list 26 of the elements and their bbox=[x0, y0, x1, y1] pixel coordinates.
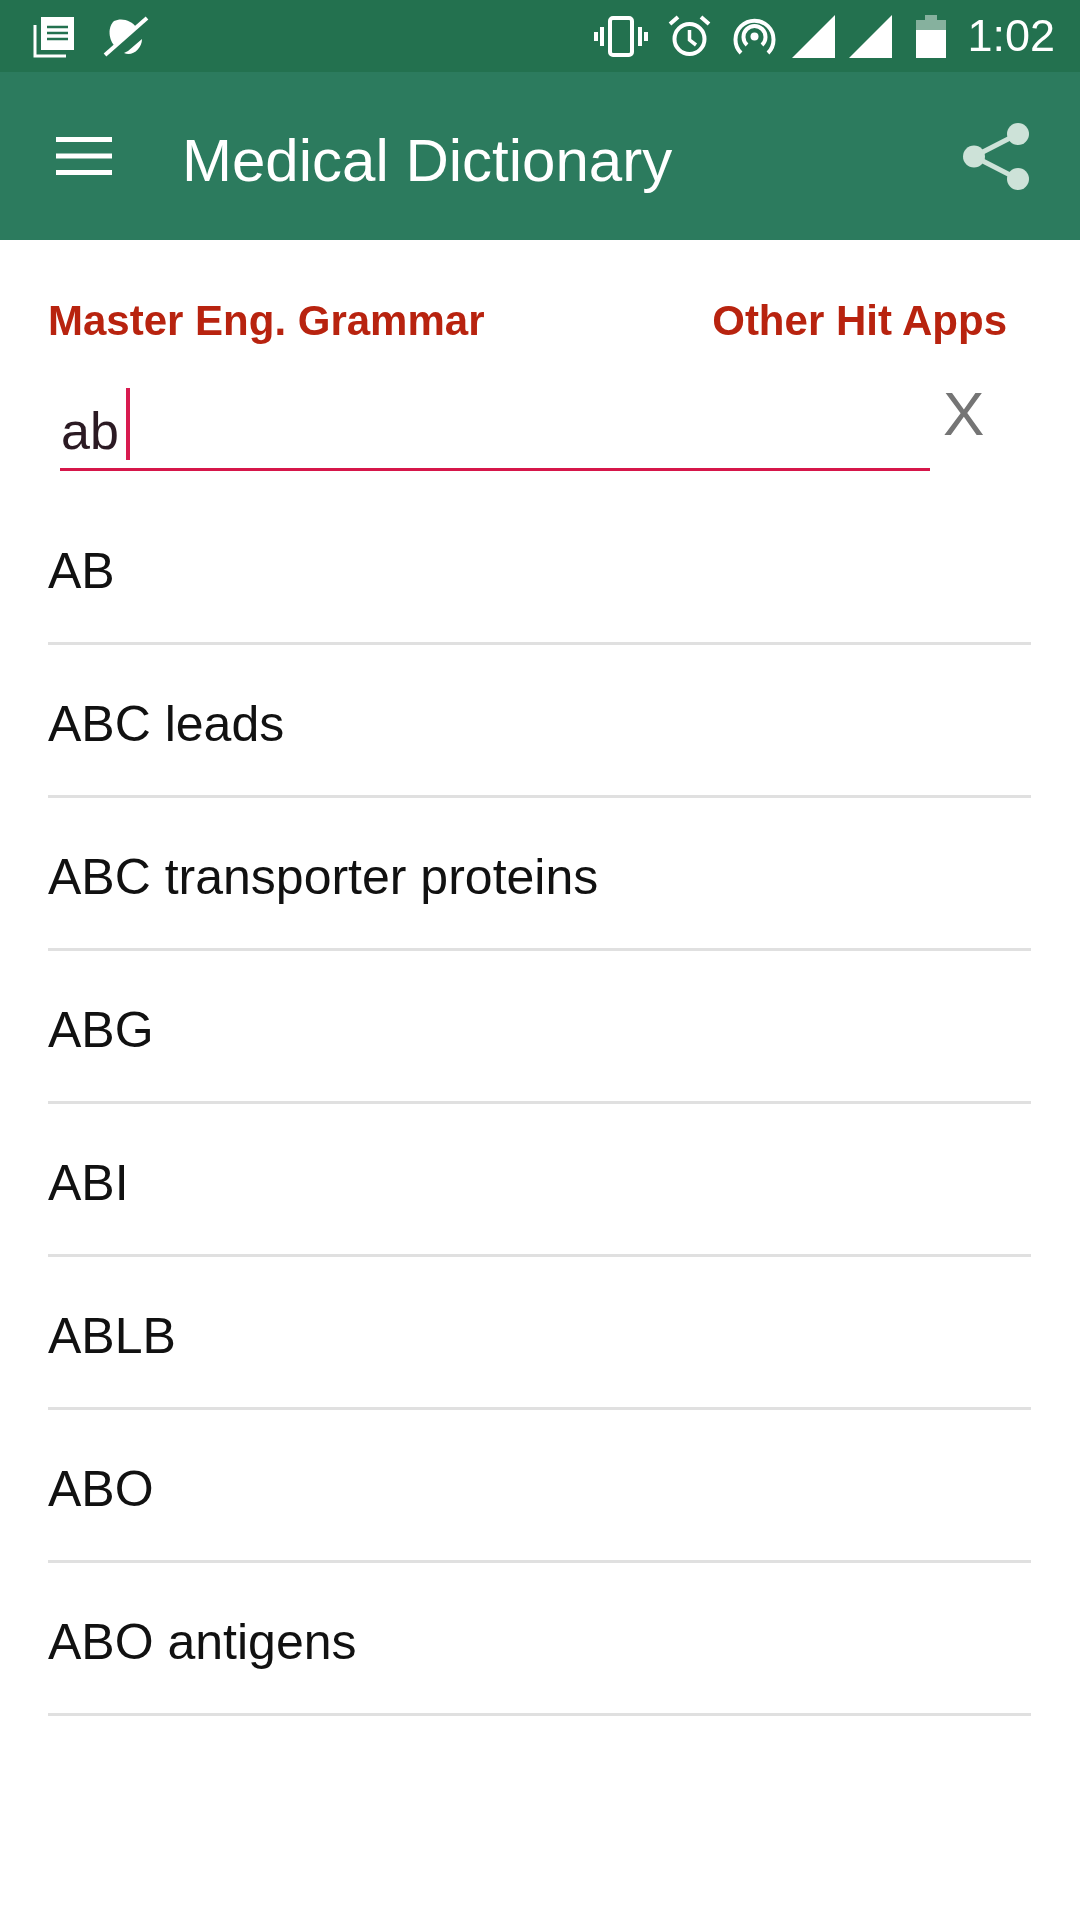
crossed-out-icon bbox=[102, 14, 150, 58]
app-title: Medical Dictionary bbox=[182, 125, 673, 195]
term-item[interactable]: ABG bbox=[48, 951, 1031, 1104]
search-field[interactable]: ab bbox=[60, 380, 930, 471]
menu-button[interactable] bbox=[56, 137, 112, 175]
share-icon bbox=[963, 122, 1029, 190]
term-item[interactable]: ABC leads bbox=[48, 645, 1031, 798]
signal-icon bbox=[849, 14, 893, 58]
term-item[interactable]: ABI bbox=[48, 1104, 1031, 1257]
battery-icon bbox=[916, 14, 947, 58]
document-icon bbox=[33, 14, 76, 58]
promo-link[interactable]: Master Eng. Grammar bbox=[48, 296, 485, 346]
term-item[interactable]: ABC transporter proteins bbox=[48, 798, 1031, 951]
term-item[interactable]: AB bbox=[48, 492, 1031, 645]
text-cursor-icon bbox=[125, 388, 130, 460]
vibrate-icon bbox=[593, 14, 650, 58]
share-button[interactable] bbox=[963, 122, 1029, 190]
term-item[interactable]: ABO bbox=[48, 1410, 1031, 1563]
clear-button[interactable]: X bbox=[943, 383, 985, 445]
signal-icon bbox=[792, 14, 836, 58]
menu-icon bbox=[56, 137, 112, 175]
clock-time: 1:02 bbox=[967, 9, 1055, 63]
promo-link[interactable]: Other Hit Apps bbox=[712, 296, 1007, 346]
alarm-clock-icon bbox=[668, 14, 712, 58]
term-item[interactable]: ABLB bbox=[48, 1257, 1031, 1410]
term-item[interactable]: ABO antigens bbox=[48, 1563, 1031, 1716]
